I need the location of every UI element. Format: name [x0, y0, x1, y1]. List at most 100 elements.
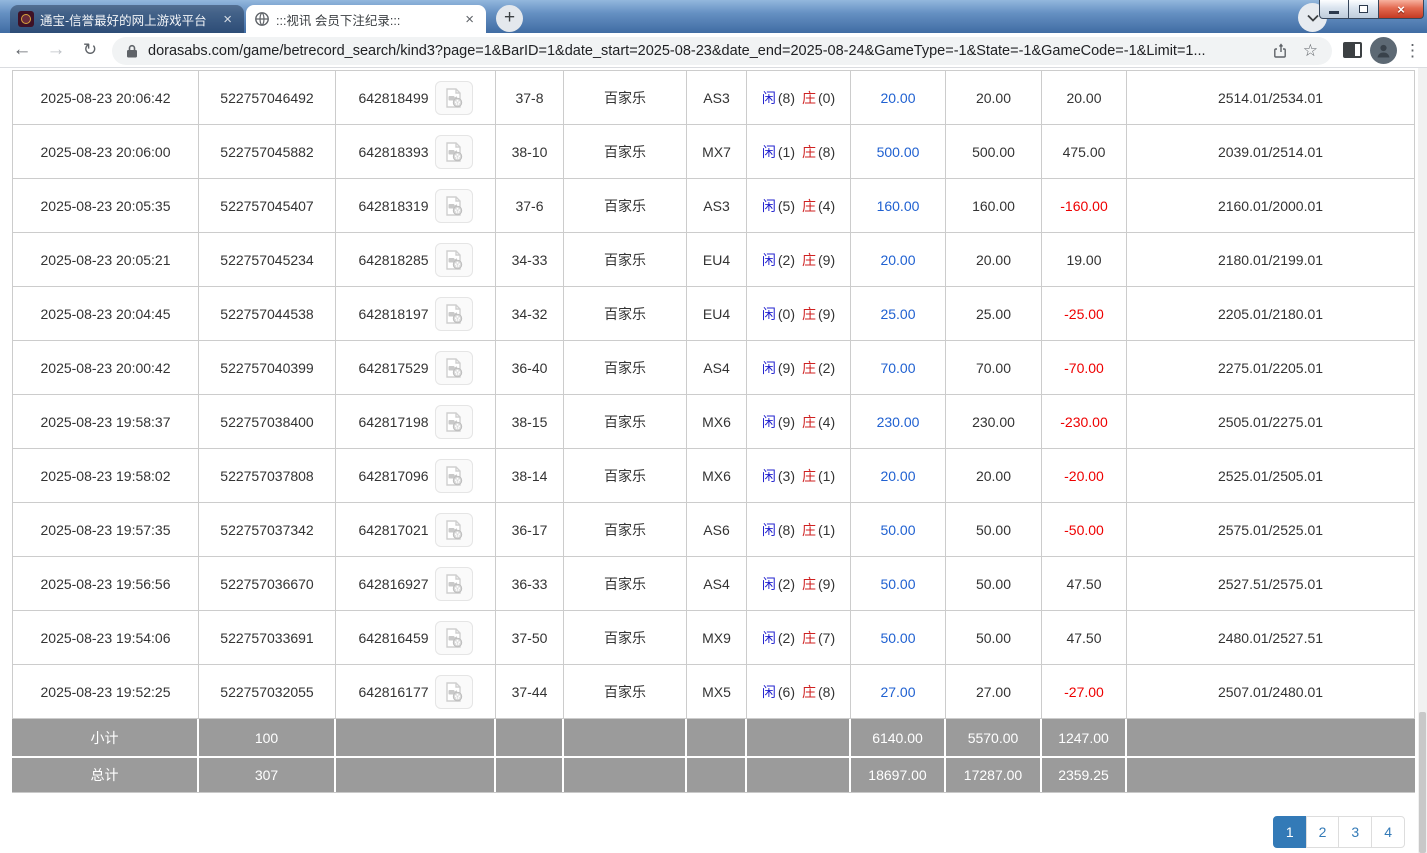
bet-amount[interactable]: 70.00: [851, 341, 946, 395]
win-loss: -230.00: [1042, 395, 1127, 449]
video-replay-button[interactable]: [435, 513, 473, 547]
video-replay-button[interactable]: [435, 405, 473, 439]
banker-score: (8): [818, 684, 835, 700]
table-round: 36-33: [496, 557, 564, 611]
bet-amount[interactable]: 25.00: [851, 287, 946, 341]
win-loss: -20.00: [1042, 449, 1127, 503]
banker-label: 庄: [802, 358, 816, 378]
player-label: 闲: [762, 412, 776, 432]
video-replay-button[interactable]: [435, 621, 473, 655]
bookmark-star-icon[interactable]: ☆: [1303, 41, 1318, 61]
banker-score: (0): [818, 90, 835, 106]
table-code: AS3: [687, 71, 747, 125]
globe-icon: [254, 11, 270, 27]
valid-amount: 50.00: [946, 557, 1042, 611]
round-id-cell: 642818285: [336, 233, 496, 287]
table-code: AS4: [687, 341, 747, 395]
table-code: MX9: [687, 611, 747, 665]
game-name: 百家乐: [564, 233, 687, 287]
table-row: 2025-08-23 20:05:21 522757045234 6428182…: [12, 233, 1415, 287]
bet-time: 2025-08-23 19:54:06: [12, 611, 199, 665]
forward-button[interactable]: →: [42, 36, 70, 64]
subtotal-bet: 6140.00: [851, 719, 946, 756]
browser-menu-icon[interactable]: ⋮: [1404, 38, 1421, 63]
table-code: MX7: [687, 125, 747, 179]
url-text[interactable]: dorasabs.com/game/betrecord_search/kind3…: [148, 43, 1273, 59]
tab-close-icon[interactable]: ×: [219, 11, 236, 28]
game-result: 闲(8) 庄(0): [747, 71, 851, 125]
bet-id: 522757038400: [199, 395, 336, 449]
video-replay-button[interactable]: [435, 567, 473, 601]
back-button[interactable]: ←: [8, 36, 36, 64]
scrollbar-thumb[interactable]: [1419, 712, 1426, 853]
share-button[interactable]: [1273, 43, 1289, 59]
video-replay-button[interactable]: [435, 243, 473, 277]
new-tab-button[interactable]: +: [496, 5, 523, 32]
balance-before-after: 2275.01/2205.01: [1127, 341, 1415, 395]
video-file-icon: [443, 195, 465, 217]
maximize-button[interactable]: [1349, 0, 1379, 19]
page-button-3[interactable]: 3: [1338, 816, 1372, 848]
video-file-icon: [443, 249, 465, 271]
bet-id: 522757045234: [199, 233, 336, 287]
player-label: 闲: [762, 520, 776, 540]
player-score: (9): [778, 414, 795, 430]
bet-amount[interactable]: 20.00: [851, 449, 946, 503]
round-id-cell: 642816927: [336, 557, 496, 611]
video-replay-button[interactable]: [435, 351, 473, 385]
game-result: 闲(2) 庄(9): [747, 233, 851, 287]
win-loss: -50.00: [1042, 503, 1127, 557]
balance-before-after: 2205.01/2180.01: [1127, 287, 1415, 341]
banker-label: 庄: [802, 88, 816, 108]
player-score: (8): [778, 522, 795, 538]
page-scrollbar[interactable]: [1418, 68, 1427, 853]
side-panel-icon[interactable]: [1343, 42, 1362, 58]
game-result: 闲(9) 庄(2): [747, 341, 851, 395]
bet-amount[interactable]: 50.00: [851, 503, 946, 557]
bet-time: 2025-08-23 19:52:25: [12, 665, 199, 719]
bet-id: 522757040399: [199, 341, 336, 395]
video-replay-button[interactable]: [435, 189, 473, 223]
total-winloss: 2359.25: [1042, 756, 1127, 792]
bet-amount[interactable]: 500.00: [851, 125, 946, 179]
tab-close-icon[interactable]: ×: [461, 11, 478, 28]
win-loss: 475.00: [1042, 125, 1127, 179]
page-button-1[interactable]: 1: [1273, 816, 1307, 848]
reload-button[interactable]: ↻: [76, 36, 104, 64]
video-replay-button[interactable]: [435, 81, 473, 115]
win-loss: -160.00: [1042, 179, 1127, 233]
tab-casino-platform[interactable]: 通宝-信誉最好的网上游戏平台 ×: [10, 5, 244, 33]
subtotal-label: 小计: [12, 719, 199, 756]
bet-time: 2025-08-23 20:05:21: [12, 233, 199, 287]
bet-amount[interactable]: 50.00: [851, 611, 946, 665]
profile-avatar[interactable]: [1370, 37, 1397, 64]
total-bet: 18697.00: [851, 756, 946, 792]
bet-amount[interactable]: 230.00: [851, 395, 946, 449]
bet-id: 522757037808: [199, 449, 336, 503]
bet-amount[interactable]: 27.00: [851, 665, 946, 719]
bet-amount[interactable]: 20.00: [851, 233, 946, 287]
player-score: (0): [778, 306, 795, 322]
table-row: 2025-08-23 19:57:35 522757037342 6428170…: [12, 503, 1415, 557]
page-button-4[interactable]: 4: [1371, 816, 1405, 848]
bet-amount[interactable]: 160.00: [851, 179, 946, 233]
game-name: 百家乐: [564, 125, 687, 179]
close-button[interactable]: ×: [1379, 0, 1424, 19]
banker-label: 庄: [802, 520, 816, 540]
browser-window: 通宝-信誉最好的网上游戏平台 × :::视讯 会员下注纪录::: × + × ←…: [0, 0, 1427, 853]
page-button-2[interactable]: 2: [1306, 816, 1340, 848]
table-code: EU4: [687, 287, 747, 341]
table-round: 37-44: [496, 665, 564, 719]
minimize-button[interactable]: [1319, 0, 1349, 19]
game-name: 百家乐: [564, 557, 687, 611]
video-replay-button[interactable]: [435, 297, 473, 331]
balance-before-after: 2160.01/2000.01: [1127, 179, 1415, 233]
video-replay-button[interactable]: [435, 459, 473, 493]
address-bar[interactable]: dorasabs.com/game/betrecord_search/kind3…: [112, 37, 1332, 65]
video-replay-button[interactable]: [435, 135, 473, 169]
bet-amount[interactable]: 50.00: [851, 557, 946, 611]
tab-bet-records[interactable]: :::视讯 会员下注纪录::: ×: [246, 5, 486, 33]
balance-before-after: 2480.01/2527.51: [1127, 611, 1415, 665]
bet-amount[interactable]: 20.00: [851, 71, 946, 125]
video-replay-button[interactable]: [435, 675, 473, 709]
